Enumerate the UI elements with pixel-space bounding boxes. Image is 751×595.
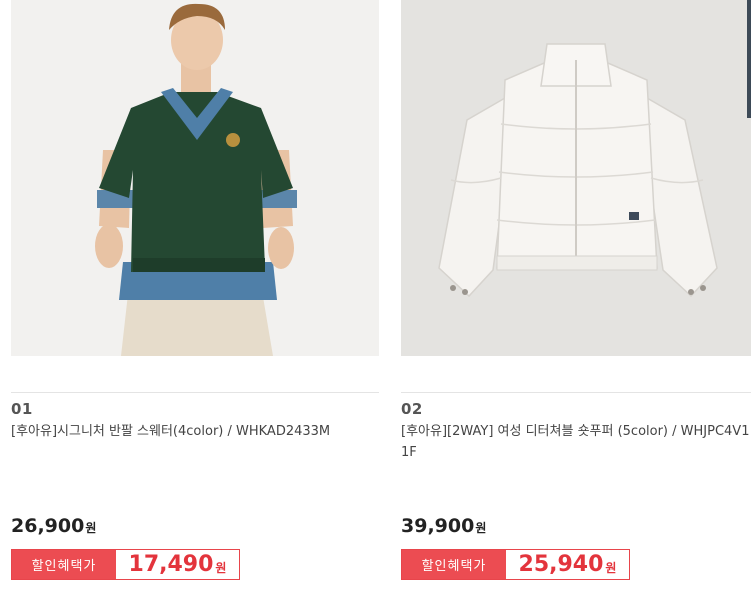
price-value: 26,900: [11, 515, 85, 537]
discount-price-value: 25,940: [518, 552, 604, 577]
product-image-puffer[interactable]: [401, 0, 751, 356]
discount-label: 할인혜택가: [12, 550, 116, 579]
discount-price-unit: 원: [605, 561, 617, 575]
discount-price: 25,940 원: [506, 550, 629, 579]
rank-number: 02: [401, 400, 423, 418]
original-price: 26,900원: [11, 515, 96, 537]
product-image-sweater[interactable]: [11, 0, 379, 356]
price-unit: 원: [475, 521, 487, 535]
discount-price-unit: 원: [215, 561, 227, 575]
discount-price-value: 17,490: [128, 552, 214, 577]
model-sweater-illustration: [11, 0, 379, 356]
discount-price-box: 할인혜택가 17,490 원: [11, 549, 240, 580]
price-value: 39,900: [401, 515, 475, 537]
puffer-jacket-illustration: [401, 0, 751, 356]
divider: [11, 392, 379, 393]
scrollbar-thumb[interactable]: [747, 0, 751, 118]
price-unit: 원: [85, 521, 97, 535]
rank-number: 01: [11, 400, 33, 418]
product-card[interactable]: 02 [후아유][2WAY] 여성 디터쳐블 숏푸퍼 (5color) / WH…: [401, 0, 751, 595]
original-price: 39,900원: [401, 515, 486, 537]
product-name-link[interactable]: [후아유][2WAY] 여성 디터쳐블 숏푸퍼 (5color) / WHJPC…: [401, 421, 751, 463]
discount-label: 할인혜택가: [402, 550, 506, 579]
discount-price: 17,490 원: [116, 550, 239, 579]
divider: [401, 392, 751, 393]
discount-price-box: 할인혜택가 25,940 원: [401, 549, 630, 580]
product-card[interactable]: 01 [후아유]시그니처 반팔 스웨터(4color) / WHKAD2433M…: [11, 0, 379, 595]
product-name-link[interactable]: [후아유]시그니처 반팔 스웨터(4color) / WHKAD2433M: [11, 421, 381, 442]
